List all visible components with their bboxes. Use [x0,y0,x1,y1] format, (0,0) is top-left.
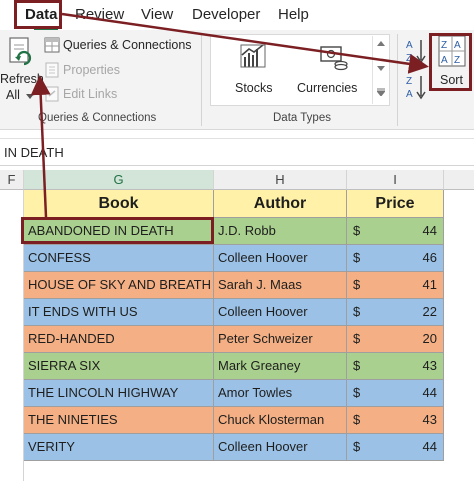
annotation-arrows [30,12,429,218]
